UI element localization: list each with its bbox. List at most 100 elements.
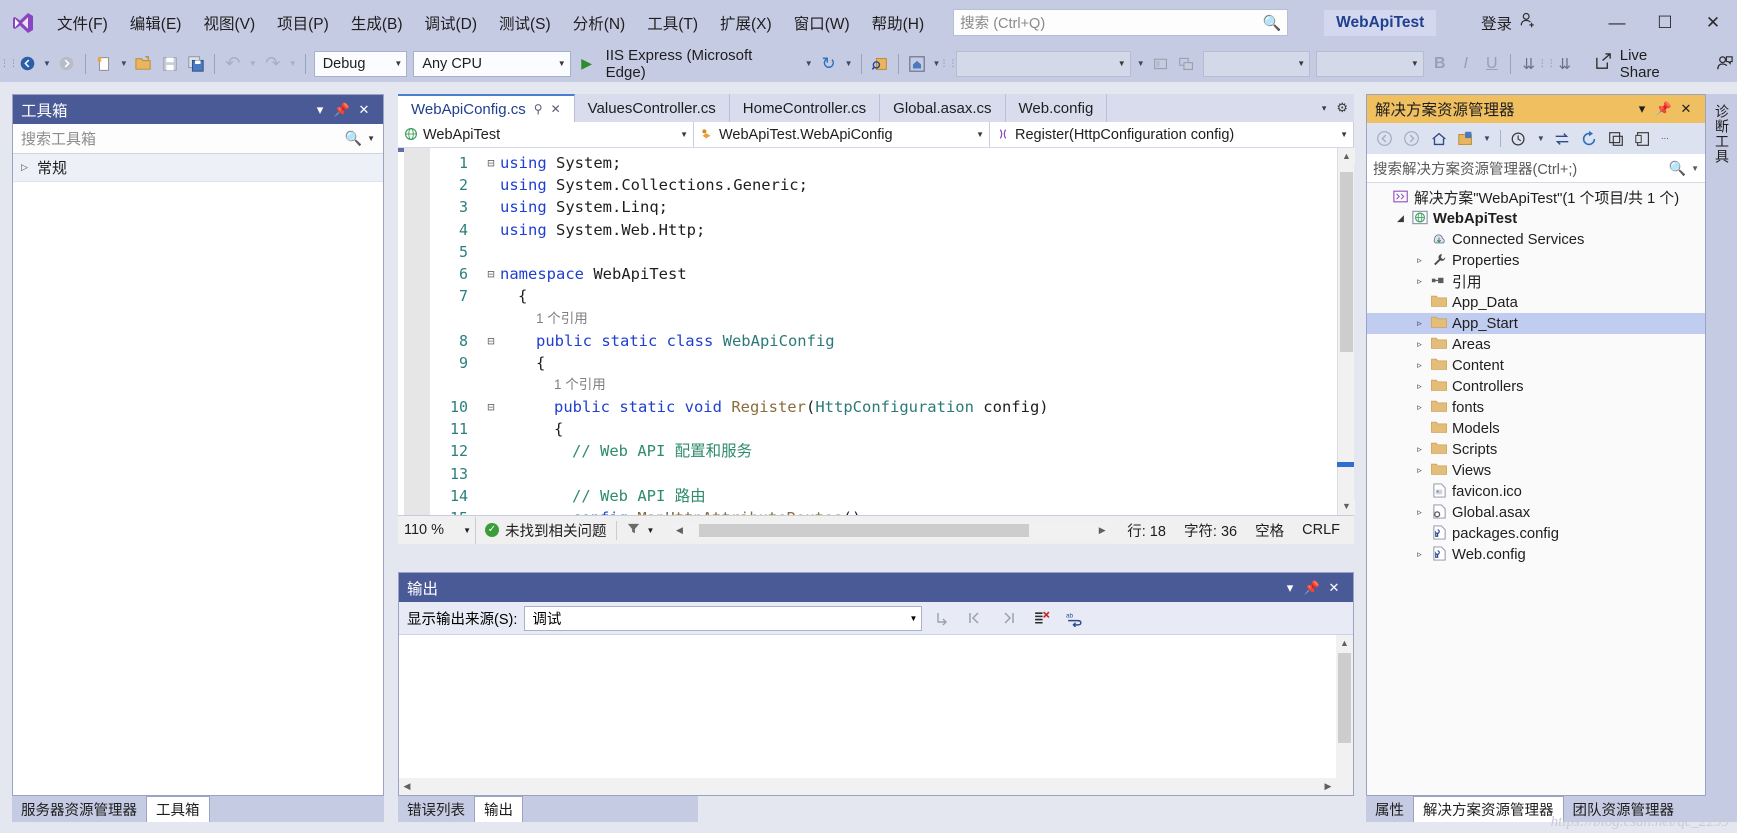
pin-icon[interactable]: 📌 bbox=[1301, 580, 1323, 596]
fold-toggle-icon[interactable]: ⊟ bbox=[482, 330, 500, 352]
chevron-down-icon[interactable]: ▼ bbox=[1480, 134, 1494, 143]
chevron-right-icon[interactable]: ▹ bbox=[1411, 402, 1428, 413]
home-icon[interactable] bbox=[904, 50, 930, 78]
pending-changes-icon[interactable] bbox=[1507, 126, 1532, 151]
pin-icon[interactable]: ⚲ bbox=[534, 102, 543, 116]
code-lines[interactable]: 1 ⊟ using System; 2 using System.Collections… bbox=[430, 148, 1354, 515]
toolbox-group-general[interactable]: ▷ 常规 bbox=[13, 154, 383, 182]
navbar-type-combo[interactable]: WebApiTest.WebApiConfig ▼ bbox=[694, 122, 990, 147]
editor-vertical-scrollbar[interactable]: ▲ ▼ bbox=[1337, 148, 1355, 515]
editor-horizontal-scrollbar[interactable]: ◀ ▶ bbox=[671, 521, 1111, 539]
chevron-down-icon[interactable]: ▾ bbox=[1631, 101, 1653, 117]
solution-tree[interactable]: 解决方案"WebApiTest"(1 个项目/共 1 个) ◢ WebApiTest… bbox=[1367, 183, 1705, 795]
tree-item-packages.config[interactable]: packages.config bbox=[1367, 523, 1705, 544]
scrollbar-thumb[interactable] bbox=[1340, 172, 1353, 352]
tree-item-webapitest[interactable]: ◢ WebApiTest bbox=[1367, 208, 1705, 229]
code-line[interactable]: 11 { bbox=[430, 418, 1354, 440]
menu-tools[interactable]: 工具(T) bbox=[636, 0, 709, 45]
menu-edit[interactable]: 编辑(E) bbox=[119, 0, 193, 45]
toggle-word-wrap-icon[interactable]: ab bbox=[1061, 606, 1087, 630]
menu-analyze[interactable]: 分析(N) bbox=[562, 0, 637, 45]
chevron-down-icon[interactable]: ◢ bbox=[1392, 213, 1409, 224]
tree-item-controllers[interactable]: ▹ Controllers bbox=[1367, 376, 1705, 397]
close-icon[interactable]: ✕ bbox=[1675, 101, 1697, 117]
refresh-dropdown-icon[interactable]: ▼ bbox=[842, 59, 856, 68]
solution-explorer-search-input[interactable]: 搜索解决方案资源管理器(Ctrl+;) 🔍 ▼ bbox=[1367, 154, 1705, 183]
menu-test[interactable]: 测试(S) bbox=[488, 0, 562, 45]
menu-debug[interactable]: 调试(D) bbox=[413, 0, 488, 45]
code-line[interactable]: 14 // Web API 路由 bbox=[430, 485, 1354, 507]
scroll-right-icon[interactable]: ▶ bbox=[1094, 525, 1110, 536]
code-line[interactable]: 13 bbox=[430, 463, 1354, 485]
chevron-down-icon[interactable]: ▾ bbox=[309, 102, 331, 118]
chevron-right-icon[interactable]: ▹ bbox=[1411, 381, 1428, 392]
menu-build[interactable]: 生成(B) bbox=[340, 0, 414, 45]
codelens-reference-count[interactable]: 1 个引用 bbox=[536, 311, 588, 326]
signin-area[interactable]: 登录 bbox=[1481, 0, 1537, 45]
code-line[interactable]: 7{ bbox=[430, 285, 1354, 307]
chevron-right-icon[interactable]: ▹ bbox=[1411, 276, 1428, 287]
tree-item-scripts[interactable]: ▹ Scripts bbox=[1367, 439, 1705, 460]
tab-homecontroller-cs[interactable]: HomeController.cs bbox=[729, 94, 881, 122]
chevron-right-icon[interactable]: ▹ bbox=[1411, 339, 1428, 350]
collapse-all-icon[interactable] bbox=[1604, 126, 1629, 151]
menu-file[interactable]: 文件(F) bbox=[46, 0, 119, 45]
codelens-reference-count[interactable]: 1 个引用 bbox=[554, 377, 606, 392]
solution-platform-combo[interactable]: Any CPU ▼ bbox=[413, 50, 571, 77]
scroll-up-icon[interactable]: ▲ bbox=[1338, 148, 1355, 165]
properties-icon[interactable] bbox=[1631, 126, 1656, 151]
open-folder-icon[interactable] bbox=[131, 50, 157, 78]
tab-valuescontroller-cs[interactable]: ValuesController.cs bbox=[574, 94, 730, 122]
pin-icon[interactable]: 📌 bbox=[331, 102, 353, 118]
start-debugging-icon[interactable]: ▶ bbox=[574, 50, 600, 78]
line-ending-indicator[interactable]: CRLF bbox=[1293, 522, 1354, 538]
menu-extensions[interactable]: 扩展(X) bbox=[709, 0, 783, 45]
code-line[interactable]: 6 ⊟ namespace WebApiTest bbox=[430, 263, 1354, 285]
code-line[interactable]: 8 ⊟ public static class WebApiConfig bbox=[430, 330, 1354, 352]
glyph-margin[interactable] bbox=[404, 148, 430, 515]
code-line[interactable]: 1 个引用 bbox=[430, 374, 1354, 396]
scroll-up-icon[interactable]: ▲ bbox=[1336, 635, 1353, 652]
tree-item-content[interactable]: ▹ Content bbox=[1367, 355, 1705, 376]
toolbar-grip[interactable]: ⋮⋮ bbox=[0, 53, 18, 75]
code-line[interactable]: 4 using System.Web.Http; bbox=[430, 219, 1354, 241]
code-editor-surface[interactable]: 1 ⊟ using System; 2 using System.Collections… bbox=[398, 148, 1354, 515]
tree-item-models[interactable]: Models bbox=[1367, 418, 1705, 439]
code-line[interactable]: 1 个引用 bbox=[430, 307, 1354, 329]
scrollbar-thumb[interactable] bbox=[1338, 653, 1351, 743]
chevron-down-icon[interactable]: ▼ bbox=[1686, 164, 1699, 173]
fold-toggle-icon[interactable]: ⊟ bbox=[482, 152, 500, 174]
new-project-dropdown-icon[interactable]: ▼ bbox=[117, 59, 131, 68]
overflow-icon[interactable]: ⋯ bbox=[1658, 134, 1672, 143]
tree-item-areas[interactable]: ▹ Areas bbox=[1367, 334, 1705, 355]
close-icon[interactable]: ✕ bbox=[353, 102, 375, 118]
navigate-back-icon[interactable] bbox=[14, 50, 40, 78]
toolbar-grip[interactable]: ⋮⋮ bbox=[1538, 53, 1556, 75]
code-line[interactable]: 12 // Web API 配置和服务 bbox=[430, 440, 1354, 462]
editor-issues-status[interactable]: ✓ 未找到相关问题 bbox=[476, 520, 616, 541]
tree-item-views[interactable]: ▹ Views bbox=[1367, 460, 1705, 481]
save-all-icon[interactable] bbox=[183, 50, 209, 78]
navbar-project-combo[interactable]: WebApiTest ▼ bbox=[398, 122, 694, 147]
code-line[interactable]: 2 using System.Collections.Generic; bbox=[430, 174, 1354, 196]
chevron-right-icon[interactable]: ▹ bbox=[1411, 507, 1428, 518]
editor-zoom-combo[interactable]: 110 % ▼ bbox=[398, 516, 476, 544]
new-project-icon[interactable] bbox=[91, 50, 117, 78]
bottom-tab-server-explorer[interactable]: 服务器资源管理器 bbox=[12, 796, 146, 822]
chevron-right-icon[interactable]: ▹ bbox=[1411, 255, 1428, 266]
menu-window[interactable]: 窗口(W) bbox=[783, 0, 861, 45]
maximize-button[interactable]: ☐ bbox=[1641, 0, 1689, 45]
scroll-left-icon[interactable]: ◀ bbox=[671, 525, 687, 536]
clear-all-icon[interactable] bbox=[1028, 606, 1054, 630]
navigate-back-dropdown-icon[interactable]: ▼ bbox=[40, 59, 54, 68]
editor-filter-control[interactable]: ▼ bbox=[615, 520, 664, 540]
tree-item-fonts[interactable]: ▹ fonts bbox=[1367, 397, 1705, 418]
feedback-icon[interactable] bbox=[1711, 50, 1737, 78]
tree-item-favicon.ico[interactable]: favicon.ico bbox=[1367, 481, 1705, 502]
chevron-down-icon[interactable]: ▼ bbox=[1534, 134, 1548, 143]
output-vertical-scrollbar[interactable]: ▲ ▼ bbox=[1336, 635, 1353, 795]
scroll-right-icon[interactable]: ▶ bbox=[1320, 781, 1336, 792]
output-source-combo[interactable]: 调试 ▼ bbox=[524, 605, 923, 631]
menu-help[interactable]: 帮助(H) bbox=[861, 0, 936, 45]
start-debugging-target-label[interactable]: IIS Express (Microsoft Edge) bbox=[600, 47, 802, 81]
